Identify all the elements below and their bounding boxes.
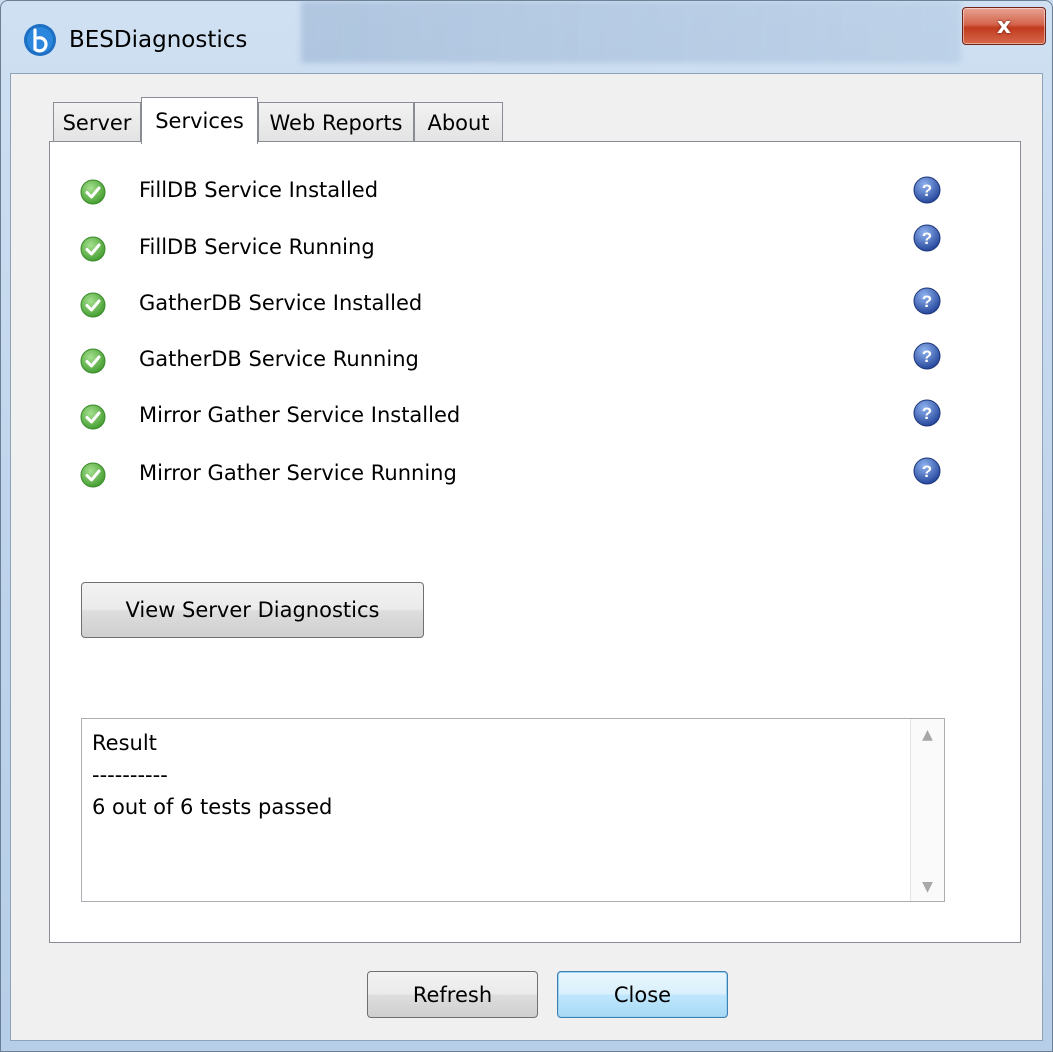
help-icon[interactable]: ? [912,286,942,316]
check-icon [80,179,106,205]
check-icon [80,462,106,488]
tab-label: About [427,110,490,135]
button-label: View Server Diagnostics [125,598,380,622]
svg-text:?: ? [922,347,932,366]
service-label: Mirror Gather Service Running [139,461,457,485]
vertical-scrollbar[interactable]: ▲ ▼ [910,719,944,901]
result-content: Result ---------- 6 out of 6 tests passe… [92,727,332,823]
help-icon[interactable]: ? [912,175,942,205]
check-icon [80,292,106,318]
close-button[interactable]: Close [557,971,728,1018]
help-icon[interactable]: ? [912,341,942,371]
tab-server[interactable]: Server [53,102,141,142]
svg-text:?: ? [922,404,932,423]
svg-text:?: ? [922,462,932,481]
button-label: Refresh [412,982,493,1007]
check-icon [80,236,106,262]
result-heading: Result [92,731,157,755]
service-label: GatherDB Service Installed [139,291,423,315]
service-label: GatherDB Service Running [139,347,419,371]
help-icon[interactable]: ? [912,223,942,253]
service-label: FillDB Service Installed [139,178,379,202]
refresh-button[interactable]: Refresh [367,971,538,1018]
app-logo-icon [24,24,56,56]
close-icon: x [996,13,1012,39]
service-row-gatherdb-running: GatherDB Service Running [79,343,959,379]
service-row-mirror-installed: Mirror Gather Service Installed [79,399,959,435]
service-label: Mirror Gather Service Installed [139,403,461,427]
button-label: Close [613,982,672,1007]
svg-text:?: ? [922,229,932,248]
scroll-up-arrow-icon[interactable]: ▲ [911,727,944,743]
window-title: BESDiagnostics [69,27,248,53]
help-icon[interactable]: ? [912,398,942,428]
check-icon [80,348,106,374]
service-row-filldb-installed: FillDB Service Installed [79,174,959,210]
tab-web-reports[interactable]: Web Reports [258,102,414,142]
tab-services[interactable]: Services [141,97,258,144]
background-window-blur [301,1,961,63]
help-icon[interactable]: ? [912,456,942,486]
tab-label: Services [155,109,244,133]
tab-about[interactable]: About [414,102,503,142]
service-row-filldb-running: FillDB Service Running [79,231,959,267]
tab-label: Server [62,110,132,135]
check-icon [80,404,106,430]
scroll-down-arrow-icon[interactable]: ▼ [911,879,944,895]
window-close-button[interactable]: x [962,7,1046,45]
tab-label: Web Reports [269,110,403,135]
view-server-diagnostics-button[interactable]: View Server Diagnostics [81,582,424,638]
service-label: FillDB Service Running [139,235,375,259]
main-window: BESDiagnostics x Server Services Web Rep… [0,0,1053,1052]
service-row-gatherdb-installed: GatherDB Service Installed [79,287,959,323]
service-row-mirror-running: Mirror Gather Service Running [79,457,959,493]
result-textbox[interactable]: Result ---------- 6 out of 6 tests passe… [81,718,945,902]
result-separator: ---------- [92,763,168,787]
title-bar[interactable]: BESDiagnostics x [1,1,1052,73]
result-summary: 6 out of 6 tests passed [92,795,333,819]
svg-text:?: ? [922,181,932,200]
svg-text:?: ? [922,292,932,311]
